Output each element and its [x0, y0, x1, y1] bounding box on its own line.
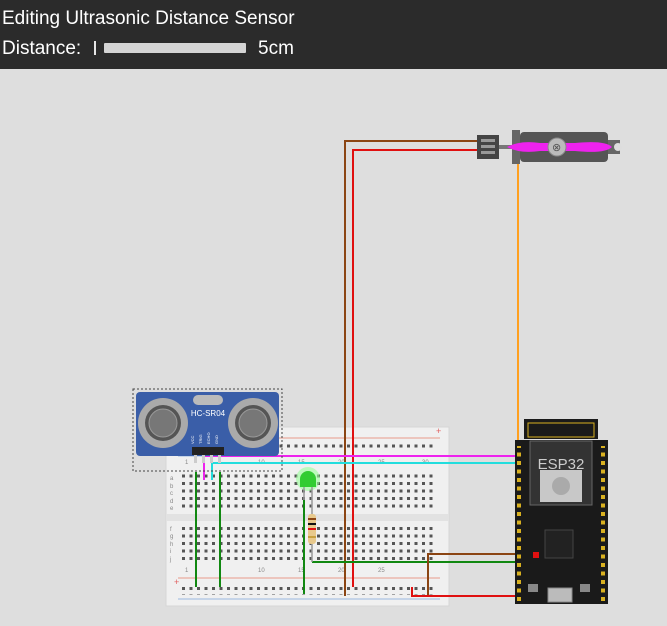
esp32-board[interactable]: ESP32 [515, 419, 608, 604]
row-label: d [170, 499, 173, 505]
sensor-label: HC-SR04 [191, 409, 226, 418]
row-label: j [169, 557, 171, 563]
editor-header: Editing Ultrasonic Distance Sensor Dista… [0, 0, 667, 69]
pin-label: VCC [190, 435, 195, 444]
page-title: Editing Ultrasonic Distance Sensor [2, 8, 295, 29]
servo-horn-icon: ⊗ [552, 142, 561, 154]
slider-track[interactable] [104, 43, 246, 53]
rail-plus-icon: + [436, 426, 441, 436]
row-label: i [170, 549, 171, 555]
col-label: 10 [258, 568, 265, 574]
row-label: h [170, 542, 173, 548]
col-label: 25 [378, 568, 385, 574]
distance-value: 5cm [258, 38, 294, 59]
row-label: c [170, 491, 173, 497]
distance-label: Distance: [2, 38, 82, 59]
esp32-label: ESP32 [538, 456, 585, 473]
pin-label: GND [214, 435, 219, 444]
pin-label: ECHO [206, 432, 211, 444]
rail-plus-icon: + [174, 577, 179, 587]
slider-thumb[interactable] [94, 41, 96, 55]
simulation-canvas[interactable]: 1 10 15 20 25 30 1 10 15 20 25 a b c d e… [0, 69, 667, 626]
distance-slider[interactable] [92, 41, 258, 57]
row-label: g [170, 534, 173, 540]
servo-motor[interactable]: ⊗ [477, 130, 622, 164]
pin-label: TRIG [198, 434, 203, 444]
